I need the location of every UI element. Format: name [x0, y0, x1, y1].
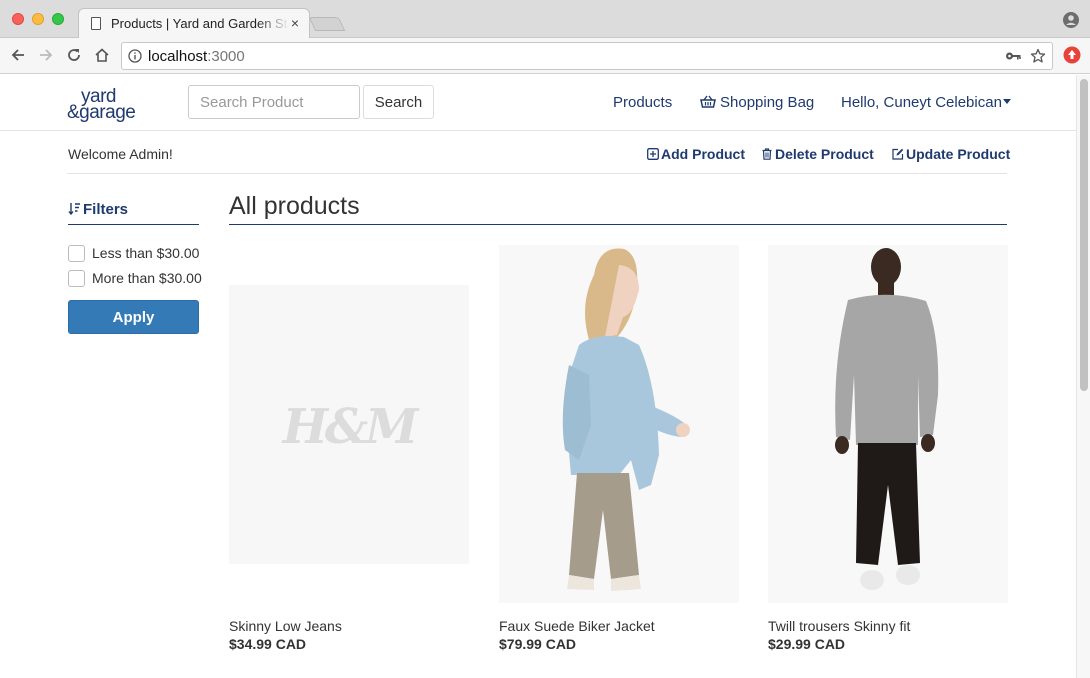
- info-icon[interactable]: [128, 49, 142, 63]
- product-card[interactable]: Faux Suede Biker Jacket $79.99 CAD: [499, 245, 739, 665]
- product-name[interactable]: Faux Suede Biker Jacket: [499, 618, 655, 634]
- product-image[interactable]: H&M: [229, 285, 469, 564]
- tab-close-icon[interactable]: ×: [291, 15, 299, 31]
- filters-header: Filters: [68, 201, 199, 225]
- admin-bar: Welcome Admin! Add Product Delete Produc…: [67, 131, 1010, 174]
- address-bar[interactable]: localhost:3000: [121, 42, 1053, 70]
- delete-product-link[interactable]: Delete Product: [761, 146, 874, 162]
- product-name[interactable]: Twill trousers Skinny fit: [768, 618, 910, 634]
- page-icon: [91, 17, 101, 30]
- welcome-message: Welcome Admin!: [68, 146, 173, 162]
- apply-filters-button[interactable]: Apply: [68, 300, 199, 334]
- site-navbar: yard &garage Search Products Shopping Ba…: [0, 75, 1076, 131]
- edit-icon: [892, 148, 904, 160]
- reload-icon[interactable]: [65, 46, 83, 64]
- home-icon[interactable]: [93, 46, 111, 64]
- back-icon[interactable]: [9, 46, 27, 64]
- title-divider: [229, 224, 1007, 225]
- filter-more-than-30[interactable]: More than $30.00: [68, 270, 202, 287]
- delete-product-label: Delete Product: [775, 146, 874, 162]
- url-text: localhost:3000: [148, 48, 245, 65]
- key-icon[interactable]: [1005, 49, 1021, 63]
- browser-titlebar: Products | Yard and Garden Store ×: [0, 0, 1090, 39]
- filters-title: Filters: [68, 201, 128, 218]
- minimize-window-button[interactable]: [32, 13, 44, 25]
- product-name[interactable]: Skinny Low Jeans: [229, 618, 342, 634]
- sort-icon: [68, 203, 80, 215]
- filter-checkbox[interactable]: [68, 270, 85, 287]
- page-title: All products: [229, 192, 360, 220]
- close-window-button[interactable]: [12, 13, 24, 25]
- scrollbar-thumb[interactable]: [1080, 79, 1088, 391]
- nav-shopping-bag-label: Shopping Bag: [720, 94, 815, 111]
- add-product-label: Add Product: [661, 146, 745, 162]
- user-menu-label: Hello, Cuneyt Celebican: [841, 94, 1002, 111]
- page-scrollbar[interactable]: [1076, 75, 1090, 678]
- filter-label: More than $30.00: [92, 270, 202, 286]
- svg-text:H&M: H&M: [281, 399, 421, 455]
- page-viewport: yard &garage Search Products Shopping Ba…: [0, 75, 1076, 678]
- profile-icon[interactable]: [1063, 12, 1079, 28]
- yard-garage-logo[interactable]: yard &garage: [67, 85, 155, 123]
- product-card[interactable]: H&M Skinny Low Jeans $34.99 CAD: [229, 245, 469, 665]
- update-product-link[interactable]: Update Product: [892, 146, 1010, 162]
- filter-checkbox[interactable]: [68, 245, 85, 262]
- nav-shopping-bag-link[interactable]: Shopping Bag: [700, 94, 814, 111]
- zoom-window-button[interactable]: [52, 13, 64, 25]
- add-product-link[interactable]: Add Product: [647, 146, 745, 162]
- shopping-basket-icon: [700, 95, 716, 108]
- nav-products-link[interactable]: Products: [613, 94, 672, 111]
- product-price: $29.99 CAD: [768, 636, 846, 652]
- product-card[interactable]: Twill trousers Skinny fit $29.99 CAD: [768, 245, 1008, 665]
- search-button[interactable]: Search: [363, 85, 434, 119]
- browser-toolbar: localhost:3000: [0, 38, 1090, 74]
- plus-square-icon: [647, 148, 659, 160]
- product-price: $79.99 CAD: [499, 636, 577, 652]
- search-input[interactable]: [188, 85, 360, 119]
- trash-icon: [762, 148, 772, 160]
- user-menu-dropdown[interactable]: Hello, Cuneyt Celebican: [841, 94, 1011, 111]
- update-product-label: Update Product: [906, 146, 1011, 162]
- browser-tab[interactable]: Products | Yard and Garden Store ×: [78, 8, 310, 39]
- new-tab-button[interactable]: [308, 17, 346, 31]
- filter-less-than-30[interactable]: Less than $30.00: [68, 245, 199, 262]
- forward-icon[interactable]: [37, 46, 55, 64]
- caret-down-icon: [1002, 99, 1011, 104]
- svg-text:&garage: &garage: [67, 102, 135, 123]
- extension-icon[interactable]: [1063, 46, 1081, 64]
- man-grey-sweater-photo: [768, 245, 1008, 603]
- tab-title: Products | Yard and Garden Store: [111, 16, 289, 31]
- hm-logo-placeholder: H&M: [229, 285, 469, 564]
- filters-label: Filters: [83, 201, 129, 218]
- bookmark-star-icon[interactable]: [1030, 48, 1046, 64]
- product-price: $34.99 CAD: [229, 636, 307, 652]
- product-image[interactable]: [499, 245, 739, 603]
- filter-label: Less than $30.00: [92, 245, 200, 261]
- woman-biker-jacket-photo: [499, 245, 739, 603]
- product-image[interactable]: [768, 245, 1008, 603]
